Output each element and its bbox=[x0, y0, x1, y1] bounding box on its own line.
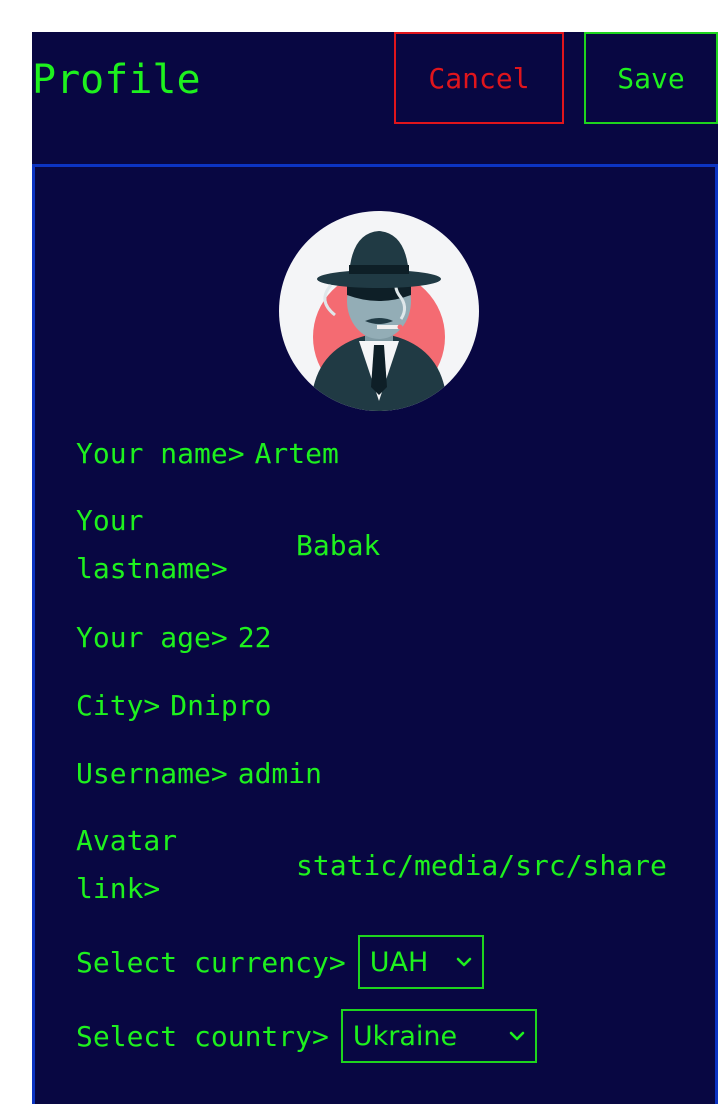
field-label: Your lastname> bbox=[76, 504, 228, 585]
field-label: Select country> bbox=[76, 1019, 329, 1053]
field-row-city: City> Dnipro bbox=[76, 687, 705, 723]
field-row-currency: Select currency> UAH bbox=[76, 935, 705, 989]
currency-selected-value: UAH bbox=[369, 946, 429, 978]
field-row-age: Your age> 22 bbox=[76, 619, 705, 655]
age-value[interactable]: 22 bbox=[238, 621, 272, 654]
cancel-button[interactable]: Cancel bbox=[394, 32, 564, 124]
country-selected-value: Ukraine bbox=[352, 1020, 458, 1052]
avatar-link-value[interactable]: static/media/src/share bbox=[296, 849, 674, 882]
field-row-country: Select country> Ukraine bbox=[76, 1009, 705, 1063]
field-label: Your name> bbox=[76, 436, 245, 470]
field-label: Avatar link> bbox=[76, 824, 178, 905]
city-value[interactable]: Dnipro bbox=[170, 689, 271, 722]
chevron-down-icon bbox=[456, 957, 472, 967]
field-row-name: Your name> Artem bbox=[76, 435, 705, 471]
save-button[interactable]: Save bbox=[584, 32, 718, 124]
chevron-down-icon bbox=[509, 1031, 525, 1041]
field-label: City> bbox=[76, 688, 161, 722]
field-row-username: Username> admin bbox=[76, 755, 705, 791]
name-value[interactable]: Artem bbox=[255, 437, 339, 470]
field-label: Your age> bbox=[76, 620, 228, 654]
profile-card: Your name> Artem Your lastname> Babak Yo… bbox=[32, 164, 718, 1104]
currency-select[interactable]: UAH bbox=[357, 935, 484, 989]
lastname-value[interactable]: Babak bbox=[296, 529, 380, 562]
detective-avatar-icon bbox=[279, 211, 479, 411]
profile-page: Profile Cancel Save Your name> Artem You… bbox=[32, 32, 718, 1104]
page-title: Profile bbox=[32, 57, 201, 103]
field-label: Username> bbox=[76, 756, 228, 790]
field-label: Select currency> bbox=[76, 945, 346, 979]
field-row-lastname: Your lastname> Babak bbox=[76, 497, 705, 593]
country-select[interactable]: Ukraine bbox=[340, 1009, 537, 1063]
field-row-avatar-link: Avatar link> static/media/src/share bbox=[76, 817, 705, 913]
username-value[interactable]: admin bbox=[238, 757, 322, 790]
